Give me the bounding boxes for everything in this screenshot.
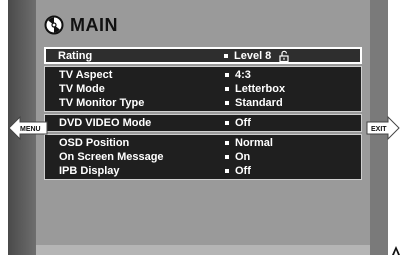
- menu-item-value: On: [225, 151, 250, 163]
- menu-item-label: TV Aspect: [59, 69, 113, 81]
- menu-item-value-text: Off: [235, 117, 251, 129]
- menu-group-display: OSD Position Normal On Screen Message On…: [44, 134, 362, 180]
- menu-item-label: IPB Display: [59, 165, 120, 177]
- menu-item-value-text: Letterbox: [235, 83, 286, 95]
- bullet-icon: [225, 155, 229, 159]
- menu-arrow-label: MENU: [20, 126, 41, 133]
- menu-item-label: On Screen Message: [59, 151, 164, 163]
- bullet-icon: [225, 169, 229, 173]
- menu-item-tv-mode[interactable]: TV Mode Letterbox: [45, 82, 361, 96]
- menu-item-value-text: On: [235, 151, 251, 163]
- menu-item-value-text: 4:3: [235, 69, 251, 81]
- exit-arrow-button[interactable]: EXIT: [366, 116, 400, 140]
- menu-item-value: Off: [225, 117, 251, 129]
- menu-arrow-button[interactable]: MENU: [8, 116, 48, 140]
- menu-item-dvd-video-mode[interactable]: DVD VIDEO Mode Off: [45, 116, 361, 130]
- menu-item-value-text: Standard: [235, 97, 283, 109]
- menu-item-label: TV Monitor Type: [59, 97, 145, 109]
- menu-group-dvd: DVD VIDEO Mode Off: [44, 114, 362, 132]
- disc-icon: [44, 15, 64, 35]
- settings-menu: Rating Level 8 TV Aspect 4:3 TV Mode Let…: [44, 47, 362, 180]
- menu-item-label: DVD VIDEO Mode: [59, 117, 152, 129]
- menu-item-value: Standard: [225, 97, 283, 109]
- menu-item-on-screen-message[interactable]: On Screen Message On: [45, 150, 361, 164]
- menu-item-value: Level 8: [224, 50, 290, 62]
- menu-item-value: Off: [225, 165, 251, 177]
- page-title: MAIN: [70, 14, 118, 35]
- exit-arrow-label: EXIT: [371, 126, 387, 133]
- top-bezel: [36, 0, 370, 8]
- menu-item-osd-position[interactable]: OSD Position Normal: [45, 136, 361, 150]
- menu-item-tv-monitor-type[interactable]: TV Monitor Type Standard: [45, 96, 361, 110]
- menu-item-label: TV Mode: [59, 83, 105, 95]
- bullet-icon: [225, 73, 229, 77]
- menu-item-label: Rating: [58, 49, 93, 62]
- bottom-bezel: [36, 245, 370, 255]
- menu-item-value-text: Level 8: [234, 49, 272, 62]
- corner-mark-icon: [392, 246, 400, 255]
- menu-item-value-text: Off: [235, 165, 251, 177]
- bullet-icon: [225, 101, 229, 105]
- bullet-icon: [224, 53, 228, 58]
- unlock-icon: [279, 50, 289, 62]
- bullet-icon: [225, 87, 229, 91]
- bullet-icon: [225, 141, 229, 145]
- bullet-icon: [225, 121, 229, 125]
- menu-group-tv: TV Aspect 4:3 TV Mode Letterbox TV Monit…: [44, 66, 362, 112]
- menu-item-value: Letterbox: [225, 83, 285, 95]
- menu-header: MAIN: [44, 8, 118, 42]
- menu-item-value: 4:3: [225, 69, 251, 81]
- menu-item-rating[interactable]: Rating Level 8: [44, 47, 362, 64]
- menu-item-label: OSD Position: [59, 137, 130, 149]
- menu-item-tv-aspect[interactable]: TV Aspect 4:3: [45, 68, 361, 82]
- menu-item-ipb-display[interactable]: IPB Display Off: [45, 164, 361, 178]
- menu-item-value-text: Normal: [235, 137, 273, 149]
- menu-item-value: Normal: [225, 137, 273, 149]
